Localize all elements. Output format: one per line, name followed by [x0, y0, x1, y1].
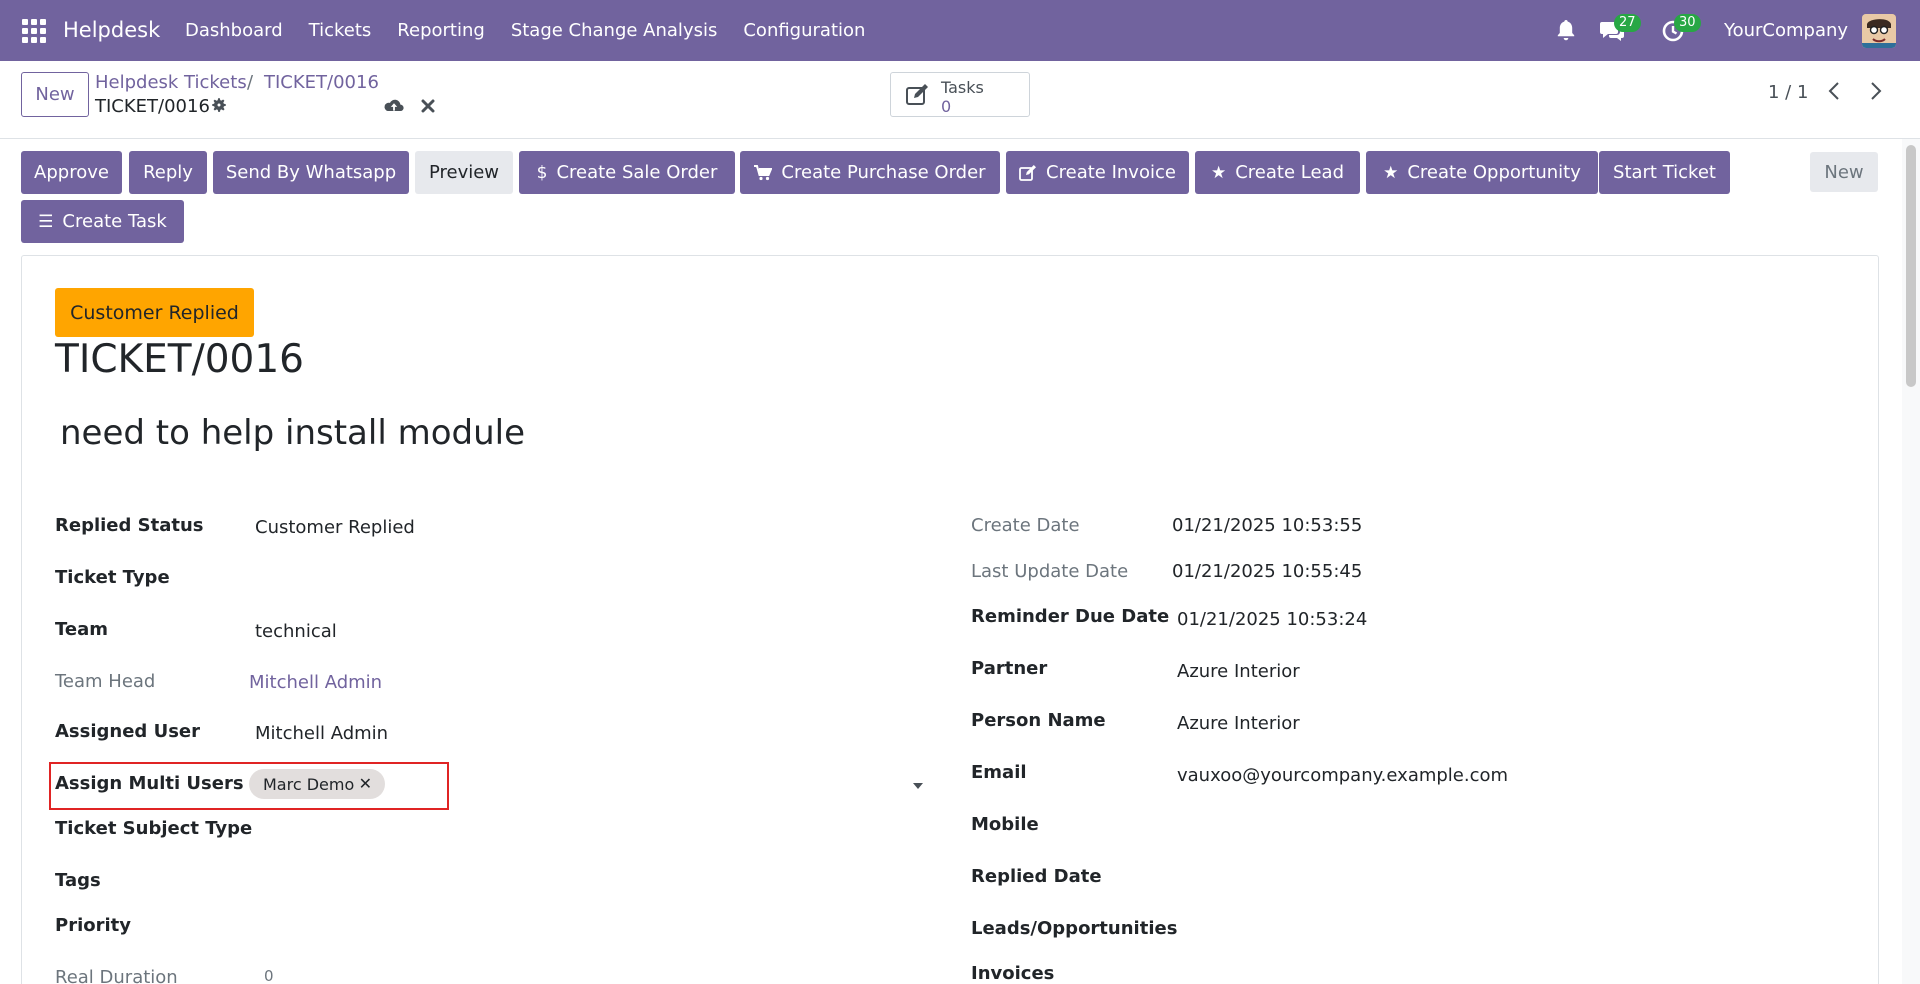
state-badge: Customer Replied — [55, 288, 254, 337]
person-name-label: Person Name — [971, 710, 1106, 731]
app-brand[interactable]: Helpdesk — [63, 18, 160, 42]
replied-status-label: Replied Status — [55, 515, 204, 536]
star-icon: ★ — [1210, 162, 1227, 183]
leads-opportunities-label: Leads/Opportunities — [971, 918, 1178, 939]
team-value[interactable]: technical — [255, 621, 337, 642]
partner-label: Partner — [971, 658, 1048, 679]
cloud-upload-icon[interactable] — [383, 97, 405, 115]
status-stage-new[interactable]: New — [1810, 152, 1878, 192]
team-head-link[interactable]: Mitchell Admin — [249, 672, 382, 693]
star-icon: ★ — [1383, 162, 1399, 183]
create-sale-order-button[interactable]: $ Create Sale Order — [519, 151, 735, 194]
send-by-whatsapp-button[interactable]: Send By Whatsapp — [213, 151, 409, 194]
scrollbar-thumb[interactable] — [1906, 145, 1916, 387]
assigned-user-value[interactable]: Mitchell Admin — [255, 723, 388, 744]
last-update-value: 01/21/2025 10:55:45 — [1172, 561, 1363, 582]
chevron-right-icon[interactable] — [1868, 79, 1884, 103]
bell-icon[interactable] — [1554, 18, 1578, 42]
replied-status-value[interactable]: Customer Replied — [255, 517, 415, 538]
apps-menu-icon[interactable] — [22, 19, 46, 43]
edit-task-icon — [906, 84, 928, 105]
invoices-label: Invoices — [971, 963, 1055, 984]
real-duration-label: Real Duration — [55, 967, 178, 984]
tags-label: Tags — [55, 870, 101, 891]
team-label: Team — [55, 619, 108, 640]
reply-button[interactable]: Reply — [129, 151, 207, 194]
record-name: TICKET/0016 — [95, 96, 210, 117]
create-purchase-order-button[interactable]: Create Purchase Order — [740, 151, 1000, 194]
control-panel: New Helpdesk Tickets / TICKET/0016 TICKE… — [0, 61, 1920, 139]
replied-date-label: Replied Date — [971, 866, 1102, 887]
gear-icon[interactable] — [210, 96, 228, 114]
list-icon: ☰ — [38, 211, 54, 232]
team-head-label: Team Head — [55, 671, 156, 692]
whatsapp-label: Send By Whatsapp — [225, 162, 397, 183]
company-switcher[interactable]: YourCompany — [1724, 20, 1848, 41]
chevron-left-icon[interactable] — [1826, 79, 1842, 103]
avatar-face-icon — [1862, 14, 1896, 48]
create-lead-button[interactable]: ★ Create Lead — [1195, 151, 1360, 194]
last-update-label: Last Update Date — [971, 561, 1129, 582]
lead-label: Create Lead — [1235, 162, 1345, 183]
purchase-order-label: Create Purchase Order — [781, 162, 986, 183]
edit-icon — [1019, 164, 1037, 181]
invoice-label: Create Invoice — [1046, 162, 1176, 183]
create-date-value: 01/21/2025 10:53:55 — [1172, 515, 1363, 536]
real-duration-value: 0 — [264, 967, 274, 984]
activities-count-badge: 30 — [1674, 14, 1701, 32]
preview-button[interactable]: Preview — [415, 151, 513, 194]
tasks-smart-button[interactable]: Tasks 0 — [890, 72, 1030, 117]
remove-tag-icon[interactable]: ✕ — [359, 774, 372, 793]
priority-label: Priority — [55, 915, 131, 936]
ticket-title: TICKET/0016 — [55, 337, 304, 382]
reminder-due-date-label: Reminder Due Date — [971, 606, 1170, 627]
reminder-due-date-value[interactable]: 01/21/2025 10:53:24 — [1177, 609, 1367, 630]
person-name-value[interactable]: Azure Interior — [1177, 713, 1300, 734]
breadcrumb-helpdesk-tickets[interactable]: Helpdesk Tickets — [95, 72, 247, 93]
opportunity-label: Create Opportunity — [1407, 162, 1581, 183]
pager-value[interactable]: 1 / 1 — [1768, 82, 1808, 103]
start-ticket-button[interactable]: Start Ticket — [1599, 151, 1730, 194]
main-menu: Dashboard Tickets Reporting Stage Change… — [185, 20, 891, 41]
caret-down-icon[interactable] — [912, 782, 924, 790]
create-invoice-button[interactable]: Create Invoice — [1006, 151, 1189, 194]
new-record-button[interactable]: New — [21, 72, 89, 117]
mobile-label: Mobile — [971, 814, 1039, 835]
menu-item-reporting[interactable]: Reporting — [397, 20, 485, 41]
assign-multi-users-label: Assign Multi Users — [55, 773, 244, 794]
dollar-icon: $ — [536, 162, 548, 183]
discard-x-icon[interactable] — [421, 97, 435, 115]
top-navbar: Helpdesk Dashboard Tickets Reporting Sta… — [0, 0, 1920, 61]
breadcrumb-current[interactable]: TICKET/0016 — [264, 72, 379, 93]
create-task-label: Create Task — [62, 211, 167, 232]
create-task-button[interactable]: ☰ Create Task — [21, 200, 184, 243]
shopping-cart-icon — [754, 164, 773, 180]
tasks-label: Tasks — [941, 78, 984, 97]
reply-label: Reply — [143, 162, 193, 183]
start-ticket-label: Start Ticket — [1613, 162, 1716, 183]
create-opportunity-button[interactable]: ★ Create Opportunity — [1366, 151, 1598, 194]
user-avatar[interactable] — [1862, 14, 1896, 48]
menu-item-tickets[interactable]: Tickets — [309, 20, 372, 41]
partner-value[interactable]: Azure Interior — [1177, 661, 1300, 682]
messages-count-badge: 27 — [1614, 14, 1641, 32]
approve-label: Approve — [34, 162, 109, 183]
create-date-label: Create Date — [971, 515, 1080, 536]
user-tag-chip[interactable]: Marc Demo ✕ — [249, 769, 385, 799]
ticket-type-label: Ticket Type — [55, 567, 170, 588]
email-value[interactable]: vauxoo@yourcompany.example.com — [1177, 765, 1508, 786]
sale-order-label: Create Sale Order — [556, 162, 718, 183]
ticket-subject[interactable]: need to help install module — [60, 413, 525, 453]
tasks-count: 0 — [941, 97, 952, 116]
assigned-user-label: Assigned User — [55, 721, 201, 742]
menu-item-dashboard[interactable]: Dashboard — [185, 20, 283, 41]
preview-label: Preview — [428, 162, 500, 183]
menu-item-configuration[interactable]: Configuration — [743, 20, 865, 41]
ticket-subject-type-label: Ticket Subject Type — [55, 818, 253, 839]
user-tag-label: Marc Demo — [263, 774, 355, 794]
breadcrumb-separator: / — [247, 72, 254, 93]
email-label: Email — [971, 762, 1027, 783]
menu-item-stage-change-analysis[interactable]: Stage Change Analysis — [511, 20, 718, 41]
approve-button[interactable]: Approve — [21, 151, 122, 194]
